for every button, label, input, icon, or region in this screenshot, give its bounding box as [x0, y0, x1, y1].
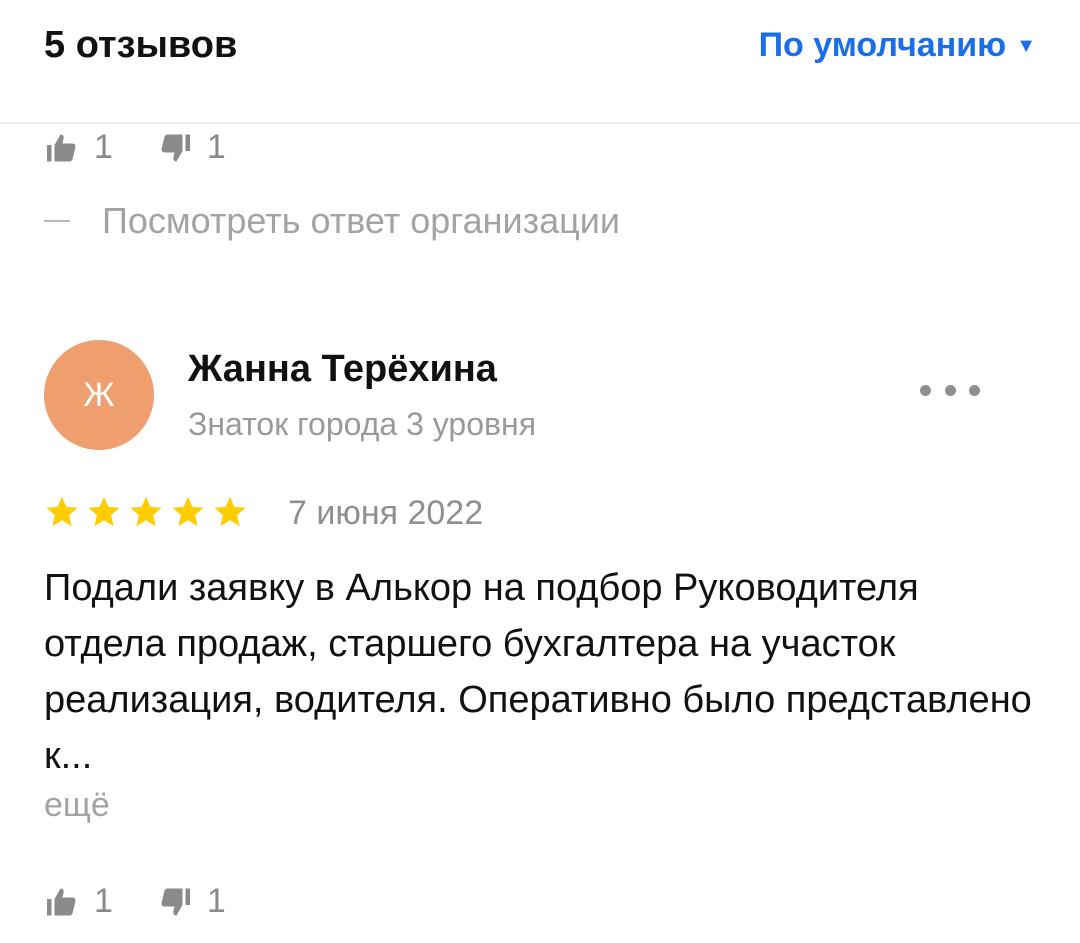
review-text: Подали заявку в Алькор на подбор Руковод… — [44, 567, 1032, 777]
more-dots-icon — [920, 384, 931, 396]
sort-dropdown[interactable]: По умолчанию ▼ — [759, 26, 1036, 65]
read-more-link[interactable]: ещё — [44, 786, 110, 825]
author-level: Знаток города 3 уровня — [188, 406, 537, 442]
thumbs-down-icon — [161, 888, 190, 915]
author-name[interactable]: Жанна Терёхина — [188, 348, 497, 391]
star-icon — [214, 496, 246, 527]
sort-label: По умолчанию — [758, 26, 1007, 64]
chevron-down-icon: ▼ — [1016, 34, 1036, 57]
review-date: 7 июня 2022 — [288, 494, 484, 532]
avatar[interactable]: Ж — [44, 340, 154, 450]
review-reactions: 1 1 — [44, 882, 270, 921]
more-dots-icon — [969, 384, 980, 396]
like-count: 1 — [94, 882, 113, 920]
dash-divider — [44, 220, 70, 222]
previous-review-reactions: 1 1 — [44, 128, 270, 167]
like-count: 1 — [94, 128, 113, 166]
thumbs-up-icon — [47, 888, 76, 915]
star-icon — [88, 496, 120, 527]
star-icon — [130, 496, 162, 527]
org-reply-link[interactable]: Посмотреть ответ организации — [44, 200, 620, 242]
dislike-count: 1 — [206, 128, 226, 166]
star-icon — [46, 496, 78, 527]
like-button[interactable]: 1 — [44, 882, 113, 921]
reviews-header: 5 отзывов По умолчанию ▼ — [0, 0, 1080, 124]
dislike-button[interactable]: 1 — [157, 128, 226, 167]
reviews-screen: 5 отзывов По умолчанию ▼ 1 1 Посмотреть … — [0, 0, 1080, 943]
thumbs-up-icon — [47, 134, 76, 161]
star-rating — [44, 494, 254, 530]
org-reply-label: Посмотреть ответ организации — [102, 200, 620, 241]
dislike-count: 1 — [206, 882, 226, 920]
avatar-letter: Ж — [83, 375, 115, 414]
like-button[interactable]: 1 — [44, 128, 113, 167]
dislike-button[interactable]: 1 — [157, 882, 226, 921]
reviews-count: 5 отзывов — [44, 24, 238, 66]
star-icon — [172, 496, 204, 527]
more-dots-icon — [944, 384, 956, 396]
more-options-button[interactable] — [920, 372, 980, 408]
thumbs-down-icon — [161, 134, 190, 161]
